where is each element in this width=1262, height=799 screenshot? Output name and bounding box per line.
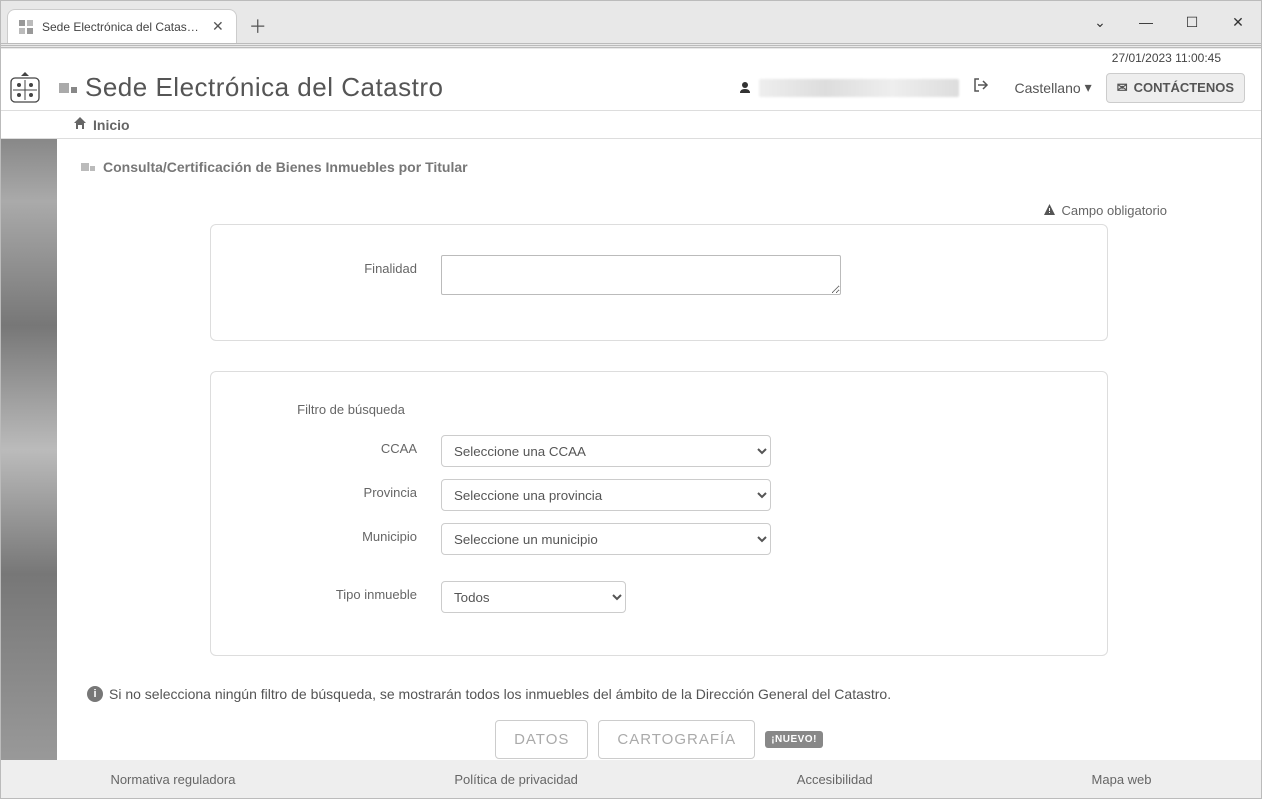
action-buttons-row: DATOS CARTOGRAFÍA ¡NUEVO! [81,720,1237,759]
finalidad-label: Finalidad [241,255,441,276]
tipo-inmueble-label: Tipo inmueble [241,581,441,602]
user-name-redacted [759,79,959,97]
window-close-icon[interactable]: ✕ [1215,1,1261,43]
tab-close-icon[interactable]: ✕ [210,18,226,35]
home-icon[interactable] [73,116,87,133]
site-title: Sede Electrónica del Catastro [85,72,443,103]
envelope-icon: ✉ [1117,80,1128,96]
browser-tab[interactable]: Sede Electrónica del Catastro - C ✕ [7,9,237,43]
page-title-row: Consulta/Certificación de Bienes Inmuebl… [81,159,1237,175]
provincia-select[interactable]: Seleccione una provincia [441,479,771,511]
footer: Normativa reguladora Política de privaci… [1,760,1261,798]
breadcrumb: Inicio [1,111,1261,139]
warning-icon [1043,203,1060,218]
chevron-down-icon[interactable]: ⌄ [1077,1,1123,43]
contact-label: CONTÁCTENOS [1134,80,1234,95]
panel-finalidad: Finalidad [210,224,1108,341]
contact-button[interactable]: ✉ CONTÁCTENOS [1106,73,1245,103]
language-label: Castellano [1015,80,1081,96]
sidebar-decorative-image [1,139,57,760]
info-icon: i [87,686,103,702]
page-title: Consulta/Certificación de Bienes Inmuebl… [103,159,468,175]
ccaa-label: CCAA [241,435,441,456]
user-area [739,77,989,98]
cartografia-button[interactable]: CARTOGRAFÍA [598,720,755,759]
timestamp: 27/01/2023 11:00:45 [1112,51,1221,65]
panel-filtro: Filtro de búsqueda CCAA Seleccione una C… [210,371,1108,656]
site-header: Sede Electrónica del Catastro Castellano… [1,65,1261,111]
info-text: Si no selecciona ningún filtro de búsque… [109,686,891,702]
language-selector[interactable]: Castellano ▾ [1015,79,1092,96]
tab-title: Sede Electrónica del Catastro - C [42,20,202,34]
ccaa-select[interactable]: Seleccione una CCAA [441,435,771,467]
breadcrumb-home[interactable]: Inicio [93,117,130,133]
new-tab-button[interactable]: ＋ [243,11,273,41]
required-note-text: Campo obligatorio [1061,203,1167,218]
coat-of-arms-logo [1,65,49,111]
footer-link-mapa[interactable]: Mapa web [1092,772,1152,787]
finalidad-input[interactable] [441,255,841,295]
filter-title: Filtro de búsqueda [241,402,461,417]
info-line: i Si no selecciona ningún filtro de búsq… [87,686,1237,702]
tipo-inmueble-select[interactable]: Todos [441,581,626,613]
user-icon [739,80,751,96]
logout-icon[interactable] [973,77,989,98]
nuevo-badge: ¡NUEVO! [765,731,823,748]
browser-tab-bar: Sede Electrónica del Catastro - C ✕ ＋ ⌄ … [1,1,1261,43]
caret-down-icon: ▾ [1085,79,1092,96]
provincia-label: Provincia [241,479,441,500]
footer-link-privacidad[interactable]: Política de privacidad [454,772,578,787]
municipio-select[interactable]: Seleccione un municipio [441,523,771,555]
footer-link-accesibilidad[interactable]: Accesibilidad [797,772,873,787]
footer-link-normativa[interactable]: Normativa reguladora [110,772,235,787]
window-maximize-icon[interactable]: ☐ [1169,1,1215,43]
timestamp-bar: 27/01/2023 11:00:45 [1,49,1261,65]
site-logo-squares-icon [59,83,77,93]
window-controls: ⌄ ― ☐ ✕ [1077,1,1261,43]
tab-favicon [18,19,34,35]
page-title-icon [81,163,95,171]
municipio-label: Municipio [241,523,441,544]
required-field-note: Campo obligatorio [81,203,1167,218]
datos-button[interactable]: DATOS [495,720,588,759]
window-minimize-icon[interactable]: ― [1123,1,1169,43]
